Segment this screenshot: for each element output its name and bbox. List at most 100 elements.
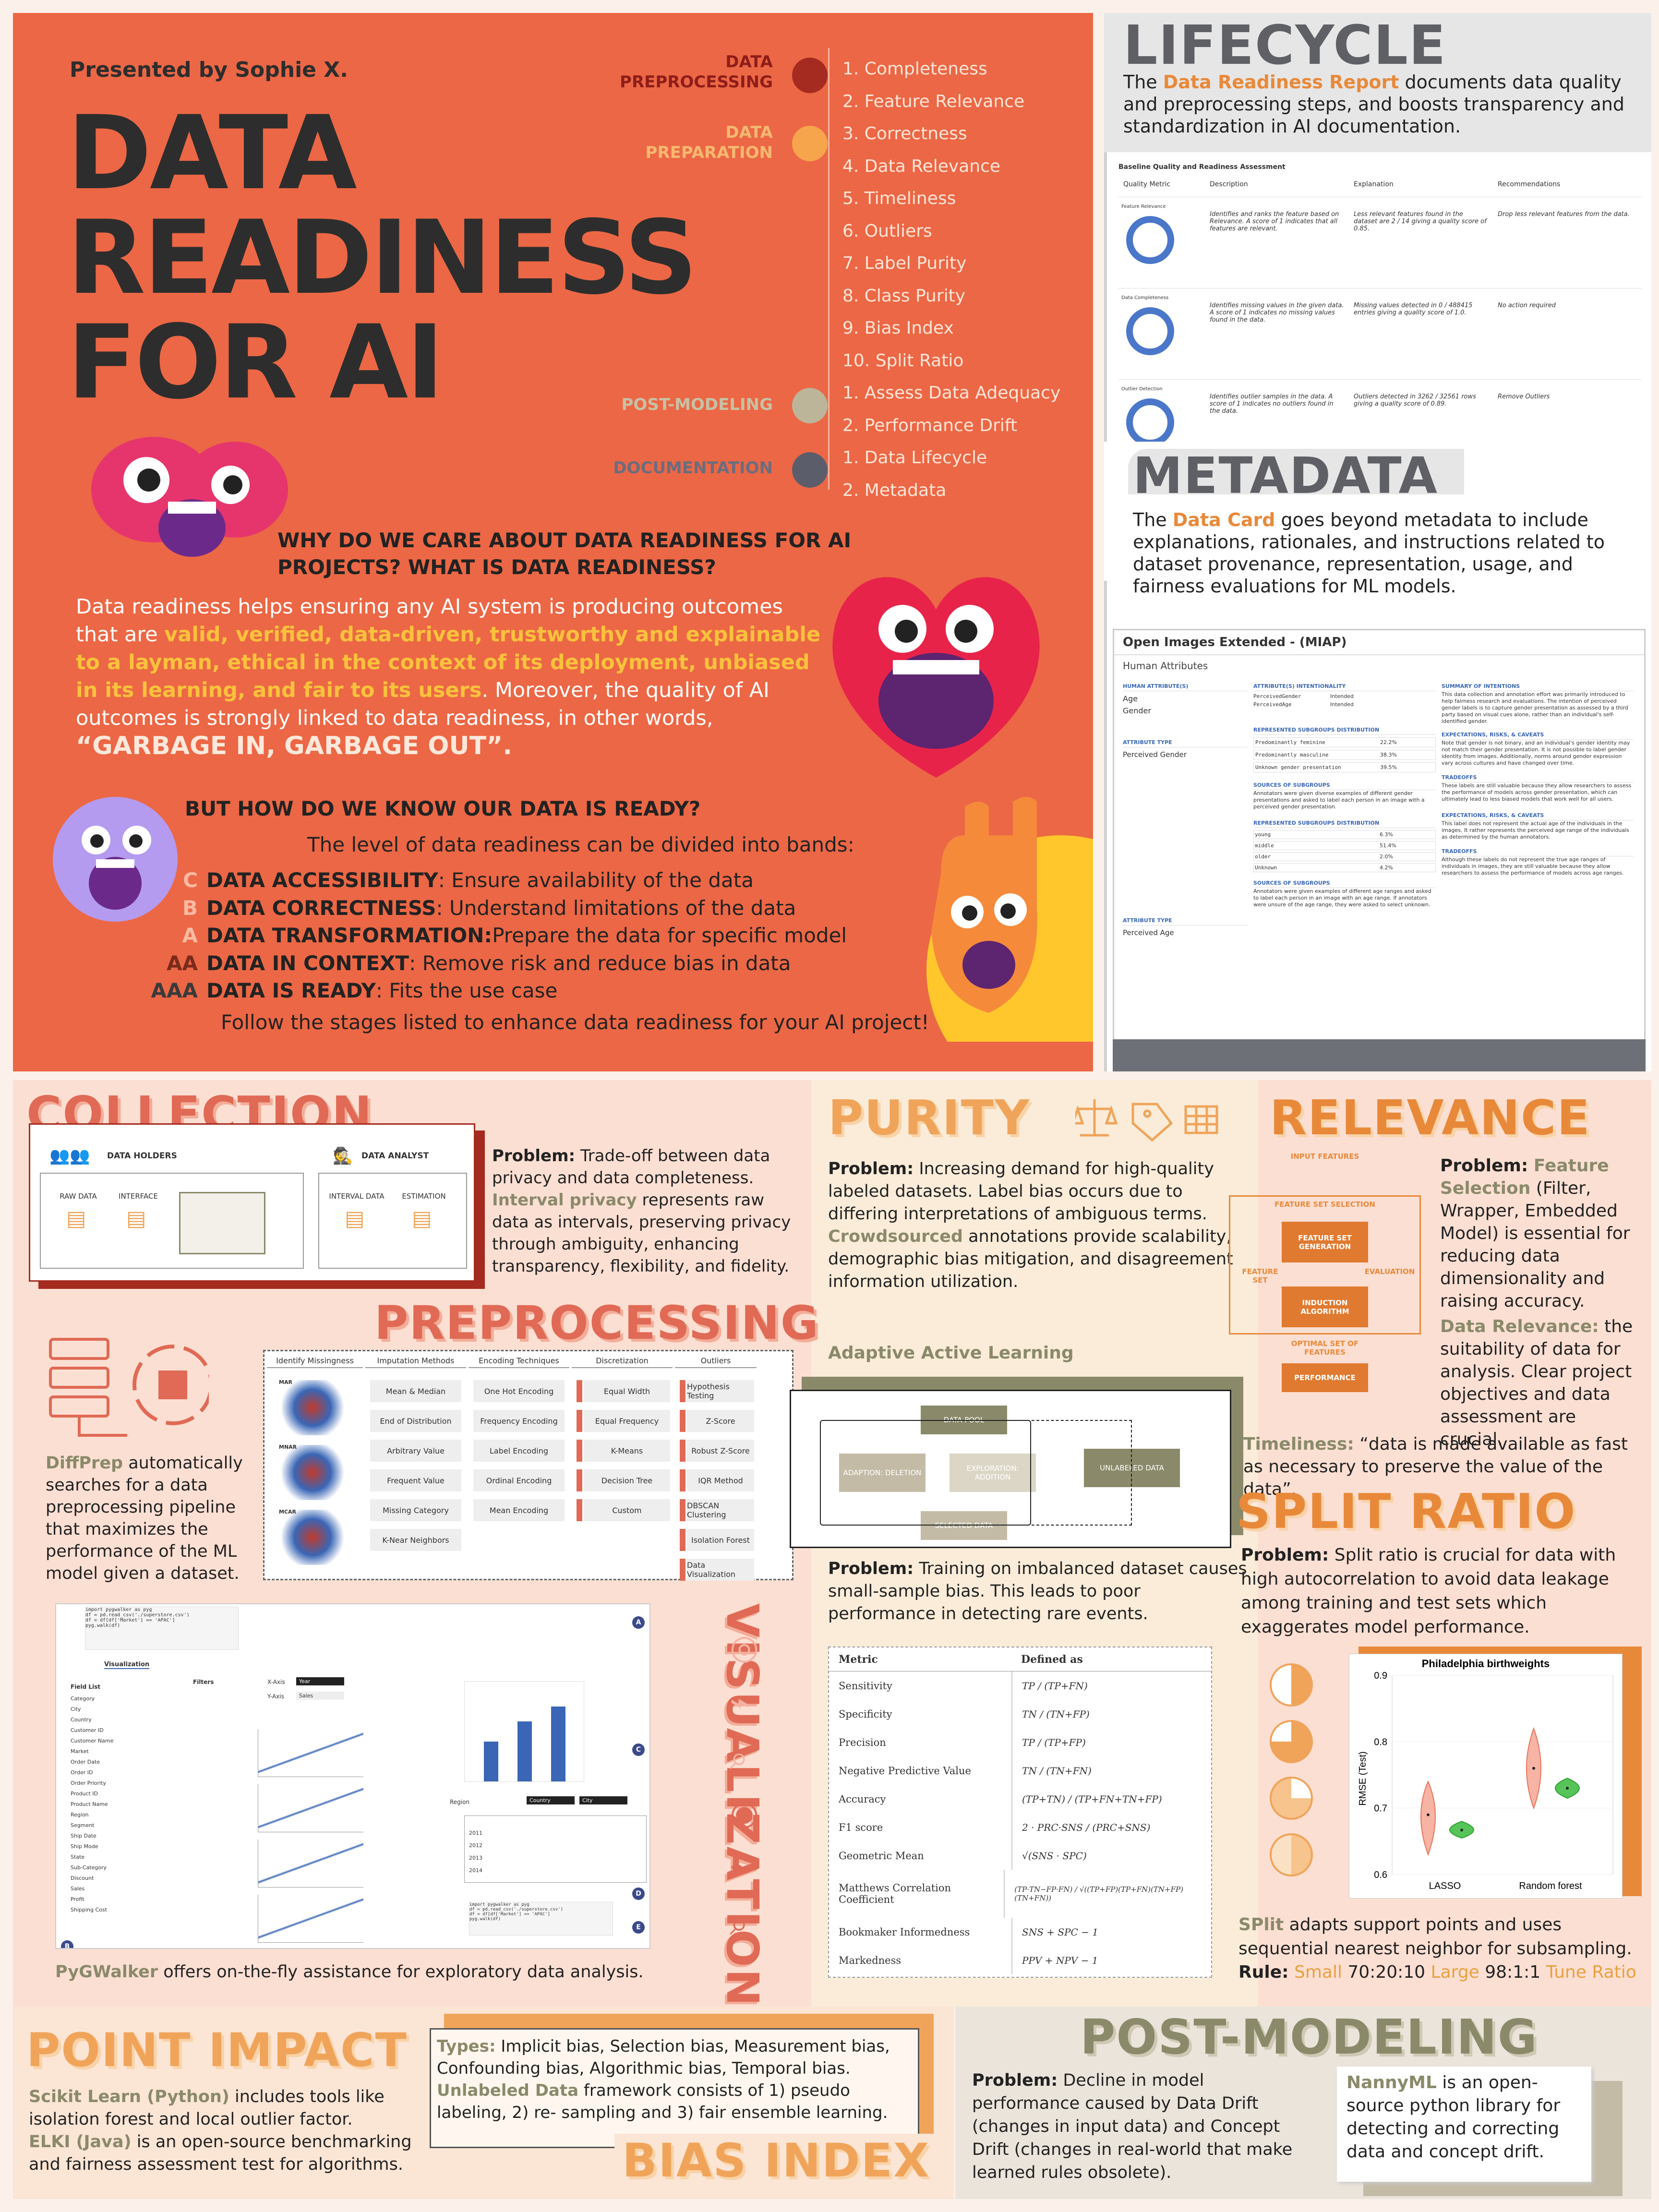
dist-key: Unknown — [1255, 865, 1277, 871]
metric-row: Matthews Correlation Coefficient (TP·TN−F… — [829, 1870, 1211, 1918]
split-text: SPlit adapts support points and uses seq… — [1238, 1915, 1632, 1959]
report-col-header: Quality Metric — [1123, 180, 1170, 188]
card-label: TRADEOFFS — [1442, 848, 1634, 856]
prep-method-bar — [680, 1499, 685, 1521]
prep-method: K-Means — [584, 1440, 670, 1462]
flow-step-icon: ▤ — [412, 1206, 432, 1231]
stage-label-preprocessing: DATA PREPROCESSING — [620, 52, 773, 92]
rule-key: Small — [1294, 1962, 1342, 1982]
stage-dot-preprocessing — [792, 58, 828, 93]
relevance-problem: Problem: Feature Selection (Filter, Wrap… — [1440, 1156, 1630, 1311]
card-label: EXPECTATIONS, RISKS, & CAVEATS — [1442, 732, 1634, 740]
viz-icons: ◎ ⌁ ⌕ ◉ ⌁ ⌕ — [720, 1627, 782, 2011]
aal-diagram: DATA POOL ADAPTION: DELETION EXPLORATION: … — [790, 1390, 1231, 1548]
diagram-label: FEATURE SET — [1242, 1267, 1278, 1285]
viz-side-icon: ⌁ — [730, 1683, 750, 1722]
intent-row: PerceivedAge Intended — [1253, 701, 1436, 708]
y-axis-label: RMSE (Test) — [1358, 1751, 1368, 1805]
report-col-header: Description — [1210, 180, 1248, 188]
metric-name: Matthews Correlation Coefficient — [839, 1882, 951, 1905]
preprocessing-table: Identify Missingness Imputation Methods En… — [263, 1350, 793, 1581]
how-heading: BUT HOW DO WE KNOW OUR DATA IS READY? — [185, 797, 701, 820]
filters-label: Filters — [193, 1679, 214, 1685]
bias-text: Types: Implicit bias, Selection bias, Me… — [437, 2037, 890, 2122]
prep-method-bar — [577, 1469, 582, 1491]
median-point — [1532, 1767, 1535, 1770]
card-label: ATTRIBUTE TYPE — [1123, 739, 1248, 747]
metadata-text: The Data Card goes beyond metadata to in… — [1133, 509, 1605, 597]
metric-row: Bookmaker Informedness SNS + SPC − 1 — [829, 1918, 1211, 1946]
card-src: Annotators were given examples of differ… — [1253, 888, 1431, 908]
card-attr: Age — [1123, 694, 1138, 703]
metric-header: Metric — [839, 1653, 878, 1666]
x-tick-label: LASSO — [1429, 1881, 1461, 1891]
metric-name: Bookmaker Informedness — [839, 1926, 970, 1938]
prep-method: Mean Encoding — [473, 1499, 565, 1521]
field-item: Ship Mode — [71, 1843, 98, 1850]
card-exp: This label does not represent the actual… — [1442, 820, 1629, 840]
metric-row: F1 score 2 · PRC·SNS / (PRC+SNS) — [829, 1813, 1211, 1841]
flow-step-icon: ▤ — [66, 1206, 86, 1231]
card-label: ATTRIBUTE TYPE — [1123, 917, 1248, 926]
stage-dot-post-modeling — [792, 388, 828, 423]
prep-method-bar — [680, 1529, 685, 1551]
hero-title-line: READINESS — [67, 198, 697, 317]
collection-right-box — [318, 1173, 467, 1269]
metric-def: √(SNS · SPC) — [1011, 1841, 1087, 1870]
stage-label-preparation: DATA PREPARATION — [645, 123, 773, 162]
stage-divider — [828, 48, 830, 490]
chart-title: Philadelphia birthweights — [1422, 1658, 1550, 1670]
metric-name: Precision — [839, 1736, 886, 1748]
card-label: EXPECTATIONS, RISKS, & CAVEATS — [1442, 812, 1634, 820]
viz-side-icon: ⌕ — [730, 1738, 749, 1777]
point-impact-title: POINT IMPACT — [26, 2023, 408, 2077]
card-type: Perceived Gender — [1123, 750, 1187, 759]
dist-row: young 6.3% — [1253, 830, 1436, 839]
prep-method: K-Near Neighbors — [370, 1529, 461, 1551]
stage-dot-documentation — [792, 452, 828, 488]
dist-val: 38.3% — [1380, 752, 1397, 758]
point-impact-text: Scikit Learn (Python) includes tools lik… — [29, 2087, 412, 2174]
stage-item: 2. Performance Drift — [842, 415, 1018, 435]
dist-key: Predominantly feminine — [1255, 739, 1325, 745]
aal-title: Adaptive Active Learning — [828, 1343, 1074, 1363]
field-item: Category — [71, 1695, 95, 1702]
band-grade: AA — [166, 951, 198, 975]
prep-method-bar — [680, 1469, 685, 1491]
preprocessing-title: PREPROCESSING — [374, 1296, 819, 1350]
country-pill: Country — [527, 1796, 575, 1804]
prep-method-bar — [680, 1410, 685, 1432]
city-pill: City — [579, 1796, 627, 1804]
stage-item: 9. Bias Index — [842, 318, 954, 338]
interval-mechanism-box — [179, 1192, 265, 1254]
stage-label-post-modeling: POST-MODELING — [621, 395, 773, 414]
card-col-2: ATTRIBUTE(S) INTENTIONALITY PerceivedGend… — [1253, 676, 1436, 940]
prep-method: Decision Tree — [584, 1469, 670, 1491]
band-desc: : Ensure availability of the data — [438, 868, 754, 892]
median-point — [1566, 1787, 1569, 1790]
analyst-icon: 🕵 — [333, 1146, 353, 1166]
band-desc: : Remove risk and reduce bias in data — [409, 951, 791, 975]
rule-val: 98:1:1 — [1479, 1962, 1546, 1982]
intent-val: Intended — [1330, 701, 1354, 708]
pie-icons — [1270, 1663, 1322, 1884]
diagram-label: INPUT FEATURES — [1290, 1152, 1359, 1161]
stage-item: 1. Data Lifecycle — [842, 448, 987, 468]
band-desc: : Fits the use case — [375, 979, 558, 1002]
metric-def: (TP·TN−FP·FN) / √((TP+FP)(TP+FN)(TN+FP)(… — [1004, 1870, 1211, 1918]
prep-method-bar — [577, 1380, 582, 1402]
stage-item: 2. Feature Relevance — [842, 91, 1025, 111]
prep-method: Isolation Forest — [687, 1529, 754, 1551]
hero-title-line: DATA — [67, 94, 357, 212]
prep-method: One Hot Encoding — [473, 1380, 565, 1402]
y-tick-label: 0.8 — [1374, 1737, 1387, 1747]
scatter-label: MAR — [279, 1379, 292, 1385]
split-title: SPLIT RATIO — [1236, 1483, 1576, 1539]
purity-problem2: Problem: Training on imbalanced dataset … — [828, 1559, 1247, 1623]
collection-diagram: DATA HOLDERS 👥👥 DATA ANALYST 🕵 RAW DATA ▤ INTE… — [29, 1123, 475, 1282]
diagram-label: OPTIMAL SET OF FEATURES — [1291, 1339, 1359, 1357]
diagram-node: FEATURE SET GENERATION — [1282, 1222, 1368, 1262]
line-chart-panel — [258, 1784, 363, 1832]
metadata-title: METADATA — [1133, 446, 1438, 505]
hero-title: DATA READINESS FOR AI — [67, 94, 697, 415]
